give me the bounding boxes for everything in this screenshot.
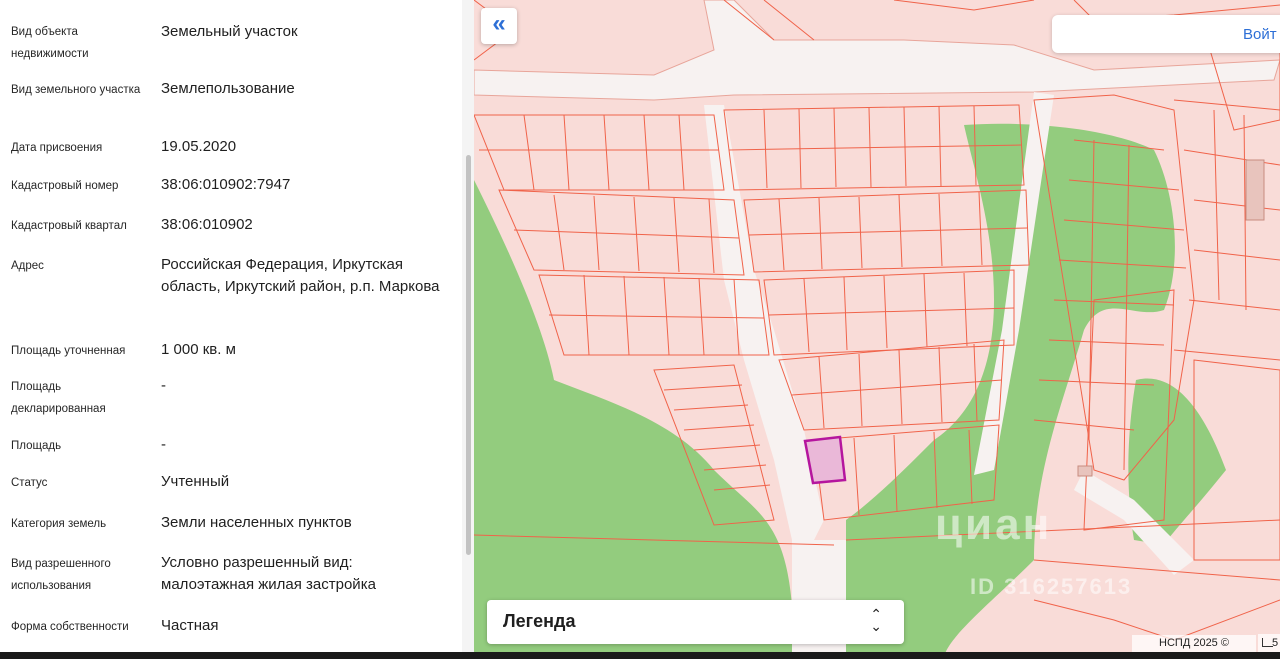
detail-value: - bbox=[161, 436, 166, 453]
legend-title: Легенда bbox=[503, 611, 576, 631]
detail-label: Площадь bbox=[11, 440, 62, 452]
detail-value[interactable]: 38:06:010902 bbox=[161, 214, 446, 236]
detail-value[interactable]: 38:06:010902:7947 bbox=[161, 174, 446, 196]
detail-label: Вид объекта недвижимости bbox=[11, 26, 89, 60]
bottom-edge bbox=[0, 652, 1280, 659]
detail-value: Учтенный bbox=[161, 473, 230, 490]
map-copyright: НСПД 2025 © bbox=[1132, 635, 1256, 652]
property-details-panel: Вид объекта недвижимости Земельный участ… bbox=[0, 0, 462, 659]
detail-value: - bbox=[161, 377, 166, 394]
detail-label: Площадь декларированная bbox=[11, 381, 106, 415]
detail-label: Категория земель bbox=[11, 518, 107, 530]
scale-bar-icon bbox=[1262, 638, 1273, 647]
detail-label: Площадь уточненная bbox=[11, 345, 126, 357]
map-canvas[interactable] bbox=[474, 0, 1280, 659]
small-building bbox=[1077, 465, 1093, 477]
login-button[interactable]: Войт bbox=[1243, 26, 1277, 43]
detail-value: Частная bbox=[161, 617, 219, 634]
panel-scrollbar-thumb[interactable] bbox=[466, 155, 471, 555]
detail-label: Вид земельного участка bbox=[11, 84, 141, 96]
detail-label: Адрес bbox=[11, 260, 44, 272]
detail-value: Земельный участок bbox=[161, 23, 298, 40]
watermark-logo: циан bbox=[935, 500, 1053, 549]
detail-value: 19.05.2020 bbox=[161, 138, 237, 155]
legend-dropdown[interactable]: Легенда ⌃ ⌄ bbox=[487, 600, 904, 644]
selected-parcel bbox=[803, 435, 847, 485]
building bbox=[1245, 159, 1265, 221]
cadastral-map[interactable] bbox=[474, 0, 1280, 659]
detail-value: Земли населенных пунктов bbox=[161, 514, 352, 531]
double-chevron-left-icon: « bbox=[492, 10, 506, 37]
detail-label: Дата присвоения bbox=[11, 142, 103, 154]
chevron-updown-icon: ⌃ ⌄ bbox=[870, 606, 882, 634]
detail-label: Вид разрешенного использования bbox=[11, 558, 111, 592]
detail-label: Форма собственности bbox=[11, 621, 129, 633]
detail-value: Российская Федерация, Иркутская область,… bbox=[161, 256, 440, 295]
watermark-id: ID 316257613 bbox=[970, 574, 1133, 599]
detail-value: Землепользование bbox=[161, 80, 295, 97]
detail-value: Условно разрешенный вид: малоэтажная жил… bbox=[161, 554, 376, 593]
collapse-panel-button[interactable]: « bbox=[481, 8, 517, 44]
detail-value: 1 000 кв. м bbox=[161, 341, 236, 358]
detail-label: Кадастровый квартал bbox=[11, 220, 127, 232]
detail-label: Кадастровый номер bbox=[11, 180, 119, 192]
road-main-vertical bbox=[704, 105, 824, 540]
detail-label: Статус bbox=[11, 477, 48, 489]
